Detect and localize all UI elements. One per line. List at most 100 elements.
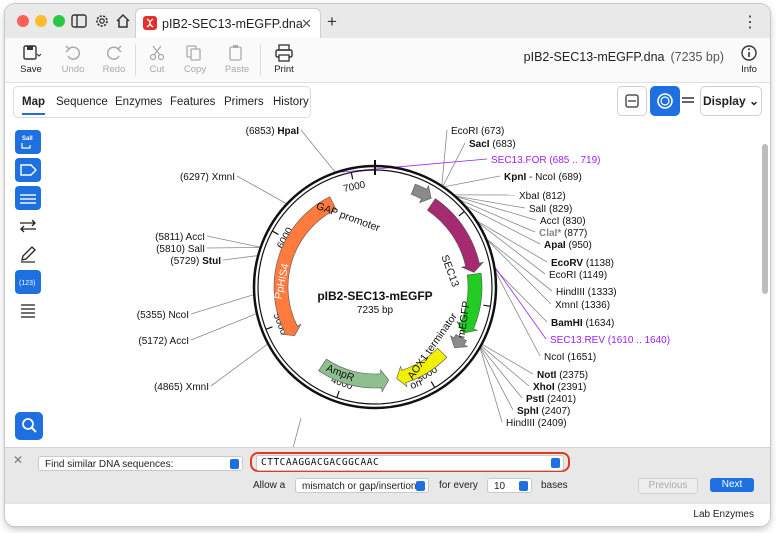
- close-find-icon[interactable]: ✕: [13, 453, 23, 467]
- home-icon[interactable]: [114, 12, 132, 30]
- file-name: pIB2-SEC13-mEGFP.dna: [523, 50, 665, 64]
- feature-gap-promoter[interactable]: [410, 183, 432, 204]
- site-label[interactable]: ClaI* (877): [539, 228, 587, 239]
- maximize-window-button[interactable]: [53, 15, 65, 27]
- site-label[interactable]: (5729) StuI: [170, 256, 221, 267]
- site-label[interactable]: AccI (830): [540, 216, 586, 227]
- undo-icon: [65, 45, 81, 60]
- feature-label[interactable]: SEC13: [438, 253, 461, 289]
- next-button[interactable]: Next: [710, 478, 754, 492]
- mismatch-type-value: mismatch or gap/insertion: [302, 481, 417, 492]
- tab-primers[interactable]: Primers: [224, 96, 264, 108]
- save-button[interactable]: Save: [11, 42, 51, 80]
- tab-sequence[interactable]: Sequence: [56, 96, 108, 108]
- feature-sec13[interactable]: [427, 198, 485, 273]
- copy-button[interactable]: Copy: [175, 42, 215, 80]
- primer-icon: [20, 194, 36, 204]
- find-mode-select[interactable]: Find similar DNA sequences:: [38, 456, 243, 471]
- site-label[interactable]: ApaI (950): [544, 240, 592, 251]
- tick-mark: [336, 390, 340, 398]
- sall-tool-button[interactable]: SalI: [15, 130, 41, 154]
- site-label[interactable]: PstI (2401): [526, 394, 576, 405]
- map-length: 7235 bp: [357, 305, 394, 316]
- cut-button[interactable]: Cut: [137, 42, 177, 80]
- site-label[interactable]: XbaI (812): [519, 191, 566, 202]
- paste-button[interactable]: Paste: [217, 42, 257, 80]
- tab-enzymes[interactable]: Enzymes: [115, 96, 162, 108]
- document-tab[interactable]: pIB2-SEC13-mEGFP.dna ✕: [135, 8, 321, 39]
- site-label[interactable]: EcoRV (1138): [551, 258, 614, 269]
- new-tab-icon[interactable]: +: [327, 12, 337, 32]
- site-label[interactable]: EcoRI (1149): [549, 270, 607, 281]
- site-label[interactable]: (5811) AccI: [155, 232, 205, 243]
- site-label[interactable]: KpnI - NcoI (689): [504, 172, 582, 183]
- tab-history[interactable]: History: [273, 96, 309, 108]
- site-label[interactable]: SphI (2407): [517, 406, 570, 417]
- undo-button[interactable]: Undo: [53, 42, 93, 80]
- primer-tool-button[interactable]: [15, 186, 41, 210]
- site-leader-line: [190, 294, 255, 315]
- pen-icon: [21, 246, 36, 263]
- orientation-tool-button[interactable]: [15, 214, 41, 238]
- base-count-select[interactable]: 10: [487, 478, 532, 493]
- site-label[interactable]: SacI (683): [469, 139, 516, 150]
- feature-tool-button[interactable]: [15, 158, 41, 182]
- site-label[interactable]: (5172) AccI: [138, 336, 189, 347]
- site-label[interactable]: (5810) SalI: [156, 244, 205, 255]
- site-label[interactable]: SalI (829): [529, 204, 572, 215]
- site-label[interactable]: NcoI (1651): [544, 352, 596, 363]
- display-menu-button[interactable]: Display ⌄: [700, 86, 762, 116]
- feature-label[interactable]: PpHIS4: [272, 262, 291, 300]
- svg-text:SalI: SalI: [22, 136, 33, 142]
- for-every-label: for every: [439, 480, 478, 491]
- site-label[interactable]: XhoI (2391): [533, 382, 586, 393]
- info-button[interactable]: Info: [729, 42, 769, 80]
- search-icon: [22, 418, 37, 433]
- site-label[interactable]: EcoRI (673): [451, 126, 504, 137]
- print-button[interactable]: Print: [264, 42, 304, 80]
- site-label[interactable]: BamHI (1634): [551, 318, 614, 329]
- site-label[interactable]: NotI (2375): [537, 370, 588, 381]
- tab-features[interactable]: Features: [170, 96, 215, 108]
- tick-mark: [271, 230, 279, 235]
- chevron-down-icon[interactable]: [551, 458, 560, 468]
- more-menu-icon[interactable]: ⋮: [742, 12, 758, 32]
- map-scrollbar[interactable]: [762, 144, 768, 294]
- search-button[interactable]: [15, 412, 43, 440]
- site-label[interactable]: HindIII (2409): [506, 418, 567, 429]
- close-window-button[interactable]: [17, 15, 29, 27]
- numbering-icon: (123): [19, 280, 35, 287]
- tab-map[interactable]: Map: [22, 96, 45, 115]
- site-label[interactable]: SEC13.FOR (685 .. 719): [491, 155, 601, 166]
- site-label[interactable]: (6297) XmnI: [180, 172, 235, 183]
- toolbar-divider: [135, 44, 136, 76]
- plasmid-map[interactable]: 1000200030004000500060007000 GAP promote…: [49, 122, 765, 448]
- close-tab-icon[interactable]: ✕: [301, 16, 312, 32]
- swap-arrows-icon: [20, 219, 36, 233]
- minimize-window-button[interactable]: [35, 15, 47, 27]
- mismatch-type-select[interactable]: mismatch or gap/insertion: [295, 478, 429, 493]
- site-label[interactable]: (6853) HpaI: [246, 126, 300, 137]
- site-label[interactable]: HindIII (1333): [556, 287, 617, 298]
- copy-label: Copy: [183, 64, 207, 75]
- annotate-tool-button[interactable]: [15, 242, 41, 266]
- site-label[interactable]: (4865) XmnI: [154, 382, 209, 393]
- numbering-tool-button[interactable]: (123): [15, 270, 41, 294]
- sequence-view-button[interactable]: [674, 86, 702, 114]
- linear-map-button[interactable]: [617, 86, 647, 116]
- toolbar-divider: [260, 44, 261, 76]
- site-label[interactable]: SEC13.REV (1610 .. 1640): [550, 335, 670, 346]
- enzyme-set-label[interactable]: Lab Enzymes: [693, 509, 754, 520]
- gear-icon[interactable]: [93, 12, 111, 30]
- list-tool-button[interactable]: [15, 298, 41, 322]
- redo-button[interactable]: Redo: [94, 42, 134, 80]
- previous-button[interactable]: Previous: [638, 478, 698, 494]
- sequence-search-input[interactable]: CTTCAAGGACGACGGCAAC: [256, 455, 564, 471]
- site-label[interactable]: XmnI (1336): [555, 300, 610, 311]
- site-label[interactable]: (5355) NcoI: [137, 310, 189, 321]
- info-icon: [741, 45, 757, 61]
- sequence-length: (7235 bp): [670, 50, 724, 64]
- svg-text:(123): (123): [19, 280, 35, 287]
- feature-label[interactable]: GAP promoter: [315, 200, 382, 234]
- sidebar-toggle-icon[interactable]: [70, 12, 88, 30]
